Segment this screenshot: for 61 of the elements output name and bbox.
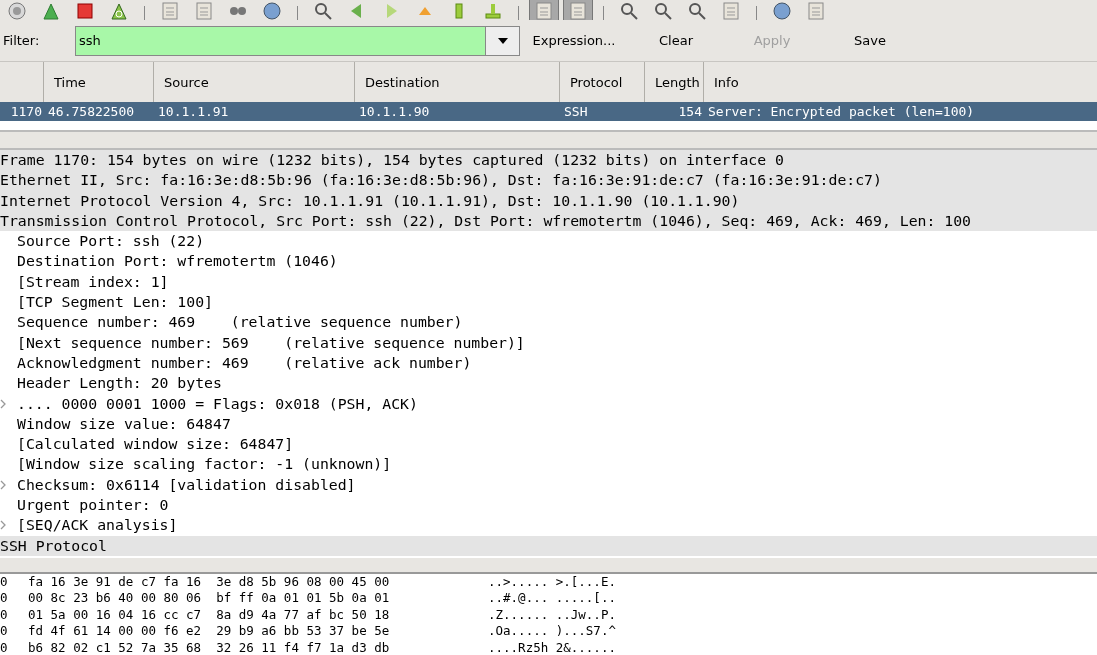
table-cell-text: SSH [563,104,589,119]
table-cell-text: 1170 [9,104,43,119]
filter-button[interactable]: Clear [636,29,716,52]
filter-button[interactable]: Save [830,29,910,52]
dropdown-button[interactable] [486,25,520,56]
tree-item[interactable]: SSH Protocol [0,535,1097,556]
table-cell-text: Server: Encrypted packet (len=100) [707,104,976,119]
hex-bytes: 01 5a 00 16 04 16 cc c7 8a d9 4a 77 af bc 50 18 [28,606,391,624]
hex-ascii: .Oa..... )...S7.^ [488,623,616,640]
tree-item[interactable]: Frame 1170: 154 bytes on wire (1232 bits), 154 bytes captured (1232 bits) on interface 0 [0,150,1097,171]
hex-offset: 0 [0,573,9,591]
magnifier-icon [653,1,673,20]
tree-item[interactable]: Checksum: 0x6114 [validation disabled] [0,474,1097,496]
tree-item[interactable]: Transmission Control Protocol, Src Port: ssh (22), Dst Port: wfremotertm (1046), Seq: 469, Ack: 469, Len: 100 [0,210,1097,232]
binoculars-icon [228,6,248,16]
hex-bytes: b6 82 02 c1 52 7a 35 68 32 26 11 f4 f7 1a d3 db [28,639,391,655]
tree-item[interactable]: [Stream index: 1] [0,271,1097,293]
table-cell-text: 10.1.1.90 [358,104,431,119]
packet-row[interactable]: 1170 46.75822500 10.1.1.91 10.1.1.90 SSH 154 Server: Encrypted packet (len=100) [0,102,1097,121]
hex-ascii: .Z...... ..Jw..P. [488,606,616,624]
filter-button[interactable]: Expression... [524,29,624,52]
magnifier-icon [313,1,333,20]
tree-item[interactable]: [SEQ/ACK analysis] [0,515,1097,536]
hex-ascii: ..>..... >.[...E. [488,573,616,591]
tree-item[interactable]: [TCP Segment Len: 100] [0,292,1097,313]
tree-item[interactable]: Header Length: 20 bytes [0,373,1097,394]
filter-label: Filter: [2,33,41,48]
hex-offset: 0 [0,590,9,607]
hex-offset: 0 [0,606,9,624]
tree-item[interactable]: Destination Port: wfremotertm (1046) [0,251,1097,272]
filter-field[interactable]: ssh [75,25,486,56]
tree-item[interactable]: Internet Protocol Version 4, Src: 10.1.1.91 (10.1.1.91), Dst: 10.1.1.90 (10.1.1.90) [0,190,1097,211]
hex-bytes: fd 4f 61 14 00 00 f6 e2 29 b9 a6 bb 53 37 be 5e [28,623,391,640]
caret-icon [497,37,508,44]
hex-offset: 0 [0,623,9,640]
magnifier-icon [687,1,707,20]
tree-item[interactable]: Acknowledgment number: 469 (relative ack number) [0,352,1097,374]
hex-ascii: ..#.@... .....[.. [488,590,616,607]
hex-bytes: 00 8c 23 b6 40 00 80 06 bf ff 0a 01 01 5b 0a 01 [28,590,391,607]
hex-offset: 0 [0,639,9,655]
circle-icon [7,1,27,20]
tree-item[interactable]: Sequence number: 469 (relative sequence number) [0,312,1097,333]
tree-item[interactable]: Window size value: 64847 [0,413,1097,435]
table-cell-text: 154 [677,104,703,119]
hex-bytes: fa 16 3e 91 de c7 fa 16 3e d8 5b 96 08 00 45 00 [28,573,391,591]
tree-item[interactable]: [Window size scaling factor: -1 (unknown)] [0,454,1097,475]
tree-item[interactable]: Urgent pointer: 0 [0,495,1097,516]
table-cell-text: 46.75822500 [47,104,136,119]
splitter-bar[interactable] [0,132,1097,150]
tree-item[interactable]: Source Port: ssh (22) [0,231,1097,252]
magnifier-icon [619,1,639,20]
tree-item[interactable]: [Next sequence number: 569 (relative sequence number)] [0,332,1097,353]
table-cell-text: 10.1.1.91 [157,104,230,119]
tree-item[interactable]: [Calculated window size: 64847] [0,434,1097,455]
splitter-bar[interactable] [0,557,1097,574]
tree-item[interactable]: .... 0000 0001 1000 = Flags: 0x018 (PSH, ACK) [0,393,1097,414]
stop-icon [75,1,95,20]
column-header[interactable]: Info [704,62,1097,102]
hex-ascii: ....Rz5h 2&...... [488,639,616,655]
tree-item[interactable]: Ethernet II, Src: fa:16:3e:d8:5b:96 (fa:16:3e:d8:5b:96), Dst: fa:16:3e:91:de:c7 (fa:16:3e:91:de:c7) [0,170,1097,191]
bar-down-icon [483,1,503,20]
